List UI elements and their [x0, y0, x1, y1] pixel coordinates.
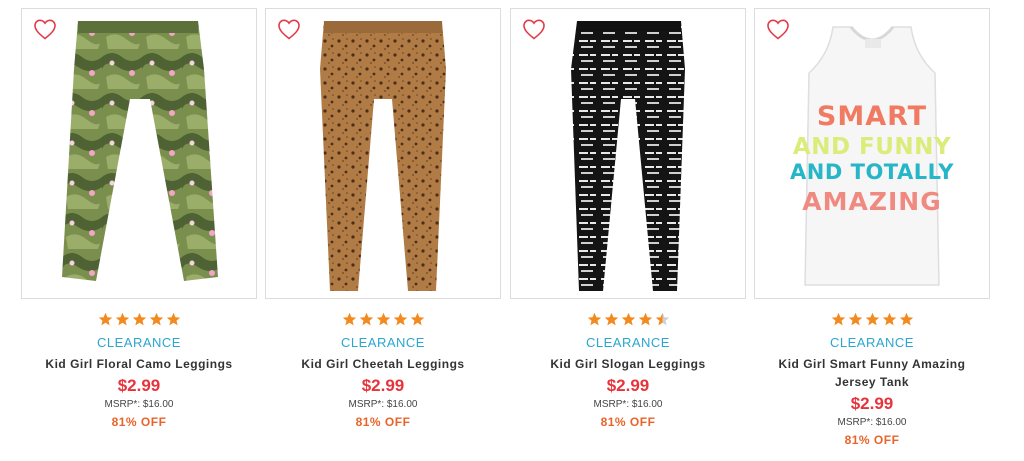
star-full-icon	[166, 312, 180, 326]
discount-label: 81% OFF	[600, 415, 656, 429]
msrp-price: MSRP*: $16.00	[265, 398, 501, 412]
rating-stars	[510, 312, 746, 330]
star-full-icon	[115, 312, 129, 326]
msrp-label: MSRP*:	[593, 399, 630, 410]
rating-stars	[21, 312, 257, 330]
floral-camo-leggings-image	[62, 21, 218, 281]
star-full-icon	[638, 312, 652, 326]
star-full-icon	[132, 312, 146, 326]
clearance-badge: CLEARANCE	[586, 335, 670, 350]
msrp-value: $16.00	[386, 399, 418, 410]
product-image-box[interactable]	[21, 8, 257, 299]
star-full-icon	[149, 312, 163, 326]
star-full-icon	[621, 312, 635, 326]
clearance-badge: CLEARANCE	[830, 335, 914, 350]
clearance-badge: CLEARANCE	[97, 335, 181, 350]
star-full-icon	[865, 312, 879, 326]
product-image-box[interactable]	[265, 8, 501, 299]
sale-price: $2.99	[361, 376, 405, 395]
sale-price: $2.99	[117, 376, 161, 395]
msrp-value: $16.00	[875, 417, 907, 428]
tank-print-line-1: SMART	[817, 101, 927, 132]
product-name-link[interactable]: Kid Girl Smart Funny Amazing Jersey Tank	[764, 355, 980, 391]
star-full-icon	[587, 312, 601, 326]
discount-label: 81% OFF	[844, 433, 900, 447]
product-name-link[interactable]: Kid Girl Slogan Leggings	[520, 355, 736, 373]
product-card: SMART AND FUNNY AND TOTALLY AMAZING CLEA…	[754, 8, 990, 448]
sale-price: $2.99	[606, 376, 650, 395]
clearance-badge: CLEARANCE	[341, 335, 425, 350]
sale-price: $2.99	[850, 394, 894, 413]
msrp-price: MSRP*: $16.00	[21, 398, 257, 412]
product-image-box[interactable]	[510, 8, 746, 299]
cheetah-leggings-image	[320, 21, 446, 291]
msrp-price: MSRP*: $16.00	[754, 416, 990, 430]
star-full-icon	[604, 312, 618, 326]
star-full-icon	[342, 312, 356, 326]
msrp-label: MSRP*:	[348, 399, 385, 410]
star-full-icon	[899, 312, 913, 326]
slogan-tank-top-image: SMART AND FUNNY AND TOTALLY AMAZING	[790, 26, 954, 286]
product-image-box[interactable]: SMART AND FUNNY AND TOTALLY AMAZING	[754, 8, 990, 299]
rating-stars	[754, 312, 990, 330]
star-full-icon	[410, 312, 424, 326]
star-full-icon	[882, 312, 896, 326]
rating-stars	[265, 312, 501, 330]
product-card: CLEARANCE Kid Girl Floral Camo Leggings …	[21, 8, 257, 430]
product-card: CLEARANCE Kid Girl Cheetah Leggings $2.9…	[265, 8, 501, 430]
star-full-icon	[359, 312, 373, 326]
star-full-icon	[376, 312, 390, 326]
tank-print-line-4: AMAZING	[802, 187, 941, 216]
msrp-label: MSRP*:	[837, 417, 874, 428]
msrp-price: MSRP*: $16.00	[510, 398, 746, 412]
tank-print-line-3: AND TOTALLY	[790, 160, 954, 184]
msrp-label: MSRP*:	[104, 399, 141, 410]
product-grid: CLEARANCE Kid Girl Floral Camo Leggings …	[0, 0, 1024, 461]
tank-print-line-2: AND FUNNY	[793, 134, 951, 160]
msrp-value: $16.00	[142, 399, 174, 410]
discount-label: 81% OFF	[111, 415, 167, 429]
star-full-icon	[831, 312, 845, 326]
product-name-link[interactable]: Kid Girl Cheetah Leggings	[275, 355, 491, 373]
star-full-icon	[393, 312, 407, 326]
star-full-icon	[848, 312, 862, 326]
product-card: CLEARANCE Kid Girl Slogan Leggings $2.99…	[510, 8, 746, 430]
msrp-value: $16.00	[631, 399, 663, 410]
slogan-leggings-image	[571, 21, 685, 291]
product-name-link[interactable]: Kid Girl Floral Camo Leggings	[31, 355, 247, 373]
star-half-icon	[655, 312, 669, 326]
discount-label: 81% OFF	[355, 415, 411, 429]
star-full-icon	[98, 312, 112, 326]
